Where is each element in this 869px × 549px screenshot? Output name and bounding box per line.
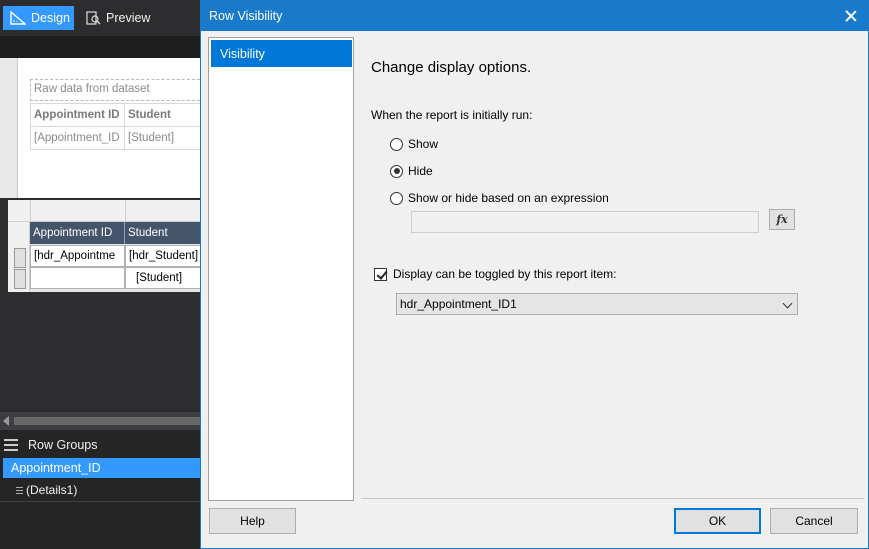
row-group-item[interactable]: (Details1) bbox=[16, 481, 77, 499]
toggle-item-dropdown[interactable]: hdr_Appointment_ID1 bbox=[396, 293, 798, 315]
radio-button[interactable] bbox=[390, 191, 403, 205]
report-table-raw: Appointment ID Student [Appointment_ID [… bbox=[30, 103, 210, 150]
row-groups-header: Row Groups bbox=[0, 434, 210, 456]
row-visibility-dialog: Row Visibility Visibility Change display… bbox=[200, 0, 869, 549]
row-group-label: (Details1) bbox=[26, 483, 78, 497]
dialog-content: Change display options. When the report … bbox=[361, 37, 864, 499]
dialog-nav: Visibility bbox=[208, 37, 354, 501]
chevron-down-icon[interactable] bbox=[782, 298, 793, 309]
expression-input[interactable] bbox=[411, 211, 759, 233]
details-handle bbox=[14, 269, 26, 289]
dialog-titlebar[interactable]: Row Visibility bbox=[201, 1, 868, 31]
tab-preview-label: Preview bbox=[106, 11, 151, 25]
divider bbox=[0, 501, 210, 502]
table-header-cell[interactable]: Appointment ID bbox=[30, 103, 125, 127]
table-cell[interactable]: [Appointment_ID bbox=[30, 126, 125, 150]
designer-empty-area bbox=[0, 292, 210, 412]
toggle-checkbox[interactable] bbox=[374, 267, 387, 281]
details-group-icon bbox=[16, 486, 23, 494]
tablix-cell[interactable] bbox=[30, 267, 125, 289]
radio-expression[interactable]: Show or hide based on an expression bbox=[390, 190, 609, 206]
table-cell[interactable]: [Student] bbox=[124, 126, 210, 150]
radio-button[interactable] bbox=[390, 164, 403, 178]
row-groups-title: Row Groups bbox=[28, 438, 98, 452]
nav-item-visibility[interactable]: Visibility bbox=[211, 40, 352, 67]
dialog-title: Row Visibility bbox=[209, 9, 283, 23]
designer-strip bbox=[0, 36, 210, 58]
ruler-icon bbox=[10, 11, 26, 25]
tab-preview[interactable]: Preview bbox=[78, 6, 150, 30]
column-handles[interactable] bbox=[8, 200, 210, 222]
tab-design-label: Design bbox=[31, 11, 70, 25]
radio-hide[interactable]: Hide bbox=[390, 163, 433, 179]
close-icon[interactable] bbox=[840, 5, 862, 27]
page-heading: Change display options. bbox=[371, 59, 532, 76]
fx-button[interactable]: fx bbox=[769, 209, 795, 230]
scroll-thumb[interactable] bbox=[14, 417, 200, 425]
table-header-cell[interactable]: Student bbox=[124, 103, 210, 127]
row-groups-icon bbox=[4, 439, 18, 451]
help-button[interactable]: Help bbox=[209, 508, 296, 534]
preview-icon bbox=[85, 11, 101, 25]
horizontal-scrollbar[interactable] bbox=[0, 412, 210, 430]
scroll-left-icon[interactable] bbox=[3, 416, 9, 426]
toggle-checkbox-label: Display can be toggled by this report it… bbox=[393, 267, 617, 281]
initial-run-label: When the report is initially run: bbox=[371, 108, 533, 122]
row-handles[interactable] bbox=[8, 222, 30, 292]
cancel-button[interactable]: Cancel bbox=[770, 508, 858, 534]
group-bracket bbox=[14, 248, 26, 268]
radio-label: Show bbox=[408, 137, 439, 151]
ok-button[interactable]: OK bbox=[674, 508, 761, 534]
radio-label: Hide bbox=[408, 164, 433, 178]
tablix-cell[interactable]: [Student] bbox=[125, 267, 210, 289]
radio-label: Show or hide based on an expression bbox=[408, 191, 609, 205]
tablix-cell[interactable]: [hdr_Student] bbox=[125, 245, 210, 267]
report-textbox[interactable]: Raw data from dataset bbox=[30, 79, 210, 101]
radio-show[interactable]: Show bbox=[390, 136, 438, 152]
tablix-header-cell[interactable]: Appointment ID bbox=[30, 222, 125, 244]
dropdown-value: hdr_Appointment_ID1 bbox=[400, 297, 517, 311]
designer-toolbar: Design Preview bbox=[0, 0, 210, 36]
tab-design[interactable]: Design bbox=[3, 6, 74, 30]
vertical-ruler bbox=[0, 58, 18, 198]
radio-button[interactable] bbox=[390, 137, 403, 151]
tablix-cell[interactable]: [hdr_Appointme bbox=[30, 245, 125, 267]
row-group-item[interactable]: Appointment_ID bbox=[3, 458, 210, 478]
tablix-header-cell[interactable]: Student bbox=[125, 222, 210, 244]
toggle-checkbox-row[interactable]: Display can be toggled by this report it… bbox=[374, 266, 616, 282]
fx-icon: fx bbox=[776, 213, 788, 226]
